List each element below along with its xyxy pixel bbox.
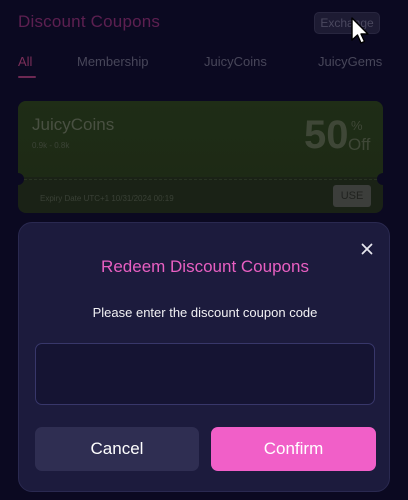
cancel-button[interactable]: Cancel bbox=[35, 427, 199, 471]
mouse-cursor-icon bbox=[351, 17, 369, 44]
redeem-coupon-dialog: Redeem Discount Coupons Please enter the… bbox=[18, 222, 390, 492]
dialog-title: Redeem Discount Coupons bbox=[101, 257, 309, 276]
confirm-button[interactable]: Confirm bbox=[211, 427, 376, 471]
close-dialog-button[interactable] bbox=[357, 239, 377, 259]
close-icon bbox=[361, 243, 373, 255]
dialog-prompt: Please enter the discount coupon code bbox=[92, 305, 318, 320]
coupon-code-input[interactable] bbox=[35, 343, 375, 405]
